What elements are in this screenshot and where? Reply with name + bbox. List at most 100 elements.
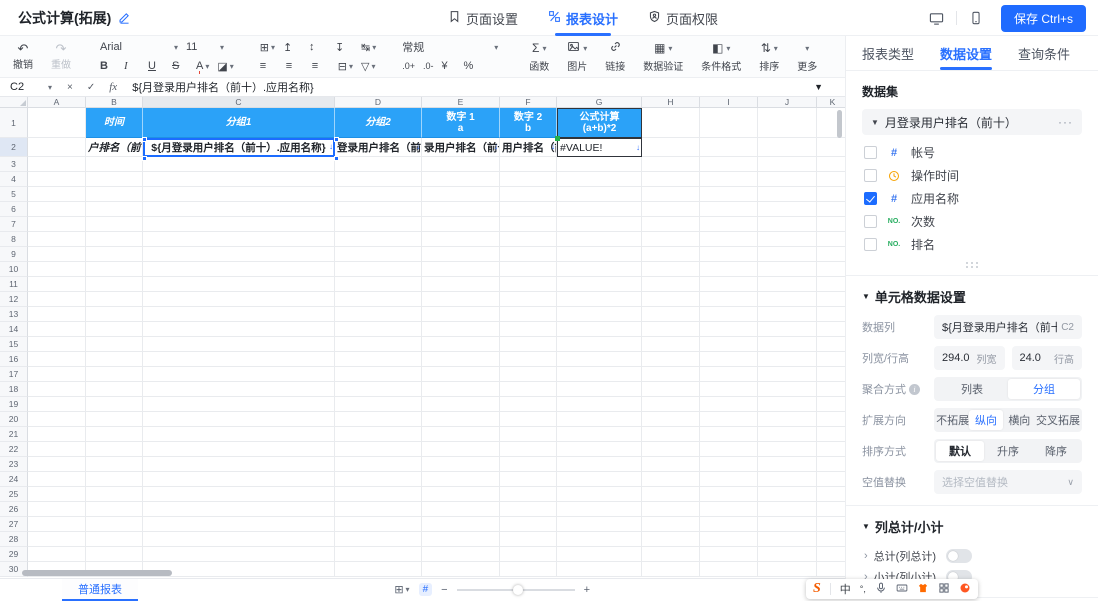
bold-button[interactable]: B xyxy=(96,60,120,72)
grid-cell[interactable] xyxy=(700,307,758,322)
grid-cell[interactable] xyxy=(817,352,845,367)
grid-cell[interactable] xyxy=(557,367,642,382)
grid-cell[interactable] xyxy=(758,367,817,382)
grid-cell[interactable] xyxy=(500,412,557,427)
grid-cell[interactable] xyxy=(700,472,758,487)
grid-cell[interactable] xyxy=(143,232,335,247)
row-header[interactable]: 4 xyxy=(0,172,28,187)
grid-cell[interactable]: 登录用户排名（前十）↓ xyxy=(335,138,422,157)
row-header[interactable]: 26 xyxy=(0,502,28,517)
grid-cell[interactable] xyxy=(500,187,557,202)
redo-button[interactable]: ↷ 重做 xyxy=(44,42,78,71)
grid-cell[interactable] xyxy=(335,187,422,202)
grid-cell[interactable] xyxy=(86,277,143,292)
row-header[interactable]: 24 xyxy=(0,472,28,487)
valign-middle-button[interactable]: ↕ xyxy=(305,41,331,53)
grid-cell[interactable] xyxy=(143,412,335,427)
percent-button[interactable]: % xyxy=(460,60,482,72)
grid-cell[interactable] xyxy=(817,187,845,202)
grid-cell[interactable] xyxy=(335,457,422,472)
grid-cell[interactable] xyxy=(335,202,422,217)
grid-cell[interactable] xyxy=(86,442,143,457)
row-header[interactable]: 2 xyxy=(0,138,28,157)
keyboard-icon[interactable] xyxy=(896,582,908,597)
grid-cell[interactable] xyxy=(500,427,557,442)
grid-cell[interactable]: 时间 xyxy=(86,108,143,138)
grid-cell[interactable] xyxy=(28,442,86,457)
field-checkbox[interactable] xyxy=(864,238,877,251)
grid-cell[interactable] xyxy=(642,502,700,517)
grid-cell[interactable] xyxy=(557,352,642,367)
grid-cell[interactable] xyxy=(335,262,422,277)
grid-cell[interactable] xyxy=(422,277,500,292)
row-header[interactable]: 22 xyxy=(0,442,28,457)
grid-cell[interactable] xyxy=(758,187,817,202)
grid-cell[interactable] xyxy=(422,322,500,337)
segment-option[interactable]: 交叉拓展 xyxy=(1036,410,1080,430)
grid-cell[interactable] xyxy=(500,277,557,292)
grid-cell[interactable] xyxy=(28,322,86,337)
mobile-preview-icon[interactable] xyxy=(967,9,985,27)
grid-cell[interactable] xyxy=(422,337,500,352)
grid-cell[interactable]: 户排名（前十, xyxy=(86,138,143,157)
grid-cell[interactable] xyxy=(143,442,335,457)
grid-cell[interactable] xyxy=(422,457,500,472)
grid-cell[interactable] xyxy=(642,322,700,337)
grid-cell[interactable] xyxy=(500,307,557,322)
grid-cell[interactable] xyxy=(557,157,642,172)
confirm-icon[interactable]: ✓ xyxy=(80,82,102,93)
grid-cell[interactable] xyxy=(500,262,557,277)
grid-cell[interactable] xyxy=(143,427,335,442)
save-button[interactable]: 保存 Ctrl+s xyxy=(1000,4,1086,32)
grid-cell[interactable] xyxy=(700,337,758,352)
grid-cell[interactable] xyxy=(557,247,642,262)
grid-cell[interactable] xyxy=(642,427,700,442)
grid-cell[interactable] xyxy=(335,367,422,382)
grid-cell[interactable] xyxy=(758,382,817,397)
grid-cell[interactable] xyxy=(642,138,700,157)
grid-cell[interactable] xyxy=(335,547,422,562)
grid-cell[interactable] xyxy=(642,277,700,292)
grid-cell[interactable] xyxy=(143,562,335,577)
grid-cell[interactable] xyxy=(642,108,700,138)
grid-cell[interactable] xyxy=(500,397,557,412)
grid-cell[interactable] xyxy=(700,322,758,337)
grid-cell[interactable] xyxy=(642,172,700,187)
grid-cell[interactable] xyxy=(335,217,422,232)
segment-option[interactable]: 列表 xyxy=(936,379,1008,399)
insert-button[interactable]: ⇅ ▾ 排序 xyxy=(750,41,788,73)
grid-cell[interactable] xyxy=(817,292,845,307)
grid-cell[interactable] xyxy=(700,202,758,217)
grid-cell[interactable] xyxy=(817,322,845,337)
grid-cell[interactable] xyxy=(422,187,500,202)
grid-cell[interactable] xyxy=(500,562,557,577)
grid-cell[interactable] xyxy=(335,397,422,412)
grid-cell[interactable] xyxy=(86,217,143,232)
column-header[interactable]: H xyxy=(642,97,700,108)
grid-cell[interactable] xyxy=(335,307,422,322)
fx-icon[interactable]: fx xyxy=(102,81,124,93)
grid-cell[interactable] xyxy=(642,442,700,457)
grid-cell[interactable] xyxy=(143,187,335,202)
grid-cell[interactable] xyxy=(700,187,758,202)
sheet-tab[interactable]: 普通报表 xyxy=(62,578,138,601)
row-header[interactable]: 23 xyxy=(0,457,28,472)
grid-cell[interactable] xyxy=(557,337,642,352)
underline-button[interactable]: U xyxy=(144,60,168,72)
grid-cell[interactable] xyxy=(335,487,422,502)
zoom-slider-thumb[interactable] xyxy=(513,584,524,595)
grid-cell[interactable] xyxy=(500,532,557,547)
align-center-button[interactable]: ≡ xyxy=(282,60,308,72)
align-right-button[interactable]: ≡ xyxy=(308,60,334,72)
grid-cell[interactable] xyxy=(28,202,86,217)
grid-cell[interactable] xyxy=(642,562,700,577)
grid-cell[interactable]: 分组2 xyxy=(335,108,422,138)
grid-cell[interactable] xyxy=(557,187,642,202)
row-header[interactable]: 6 xyxy=(0,202,28,217)
grid-cell[interactable] xyxy=(28,547,86,562)
grid-cell[interactable] xyxy=(422,442,500,457)
grid-cell[interactable] xyxy=(335,277,422,292)
grid-cell[interactable] xyxy=(86,352,143,367)
grid-cell[interactable] xyxy=(817,217,845,232)
grid-cell[interactable]: 录用户排名（前十）↓ xyxy=(422,138,500,157)
